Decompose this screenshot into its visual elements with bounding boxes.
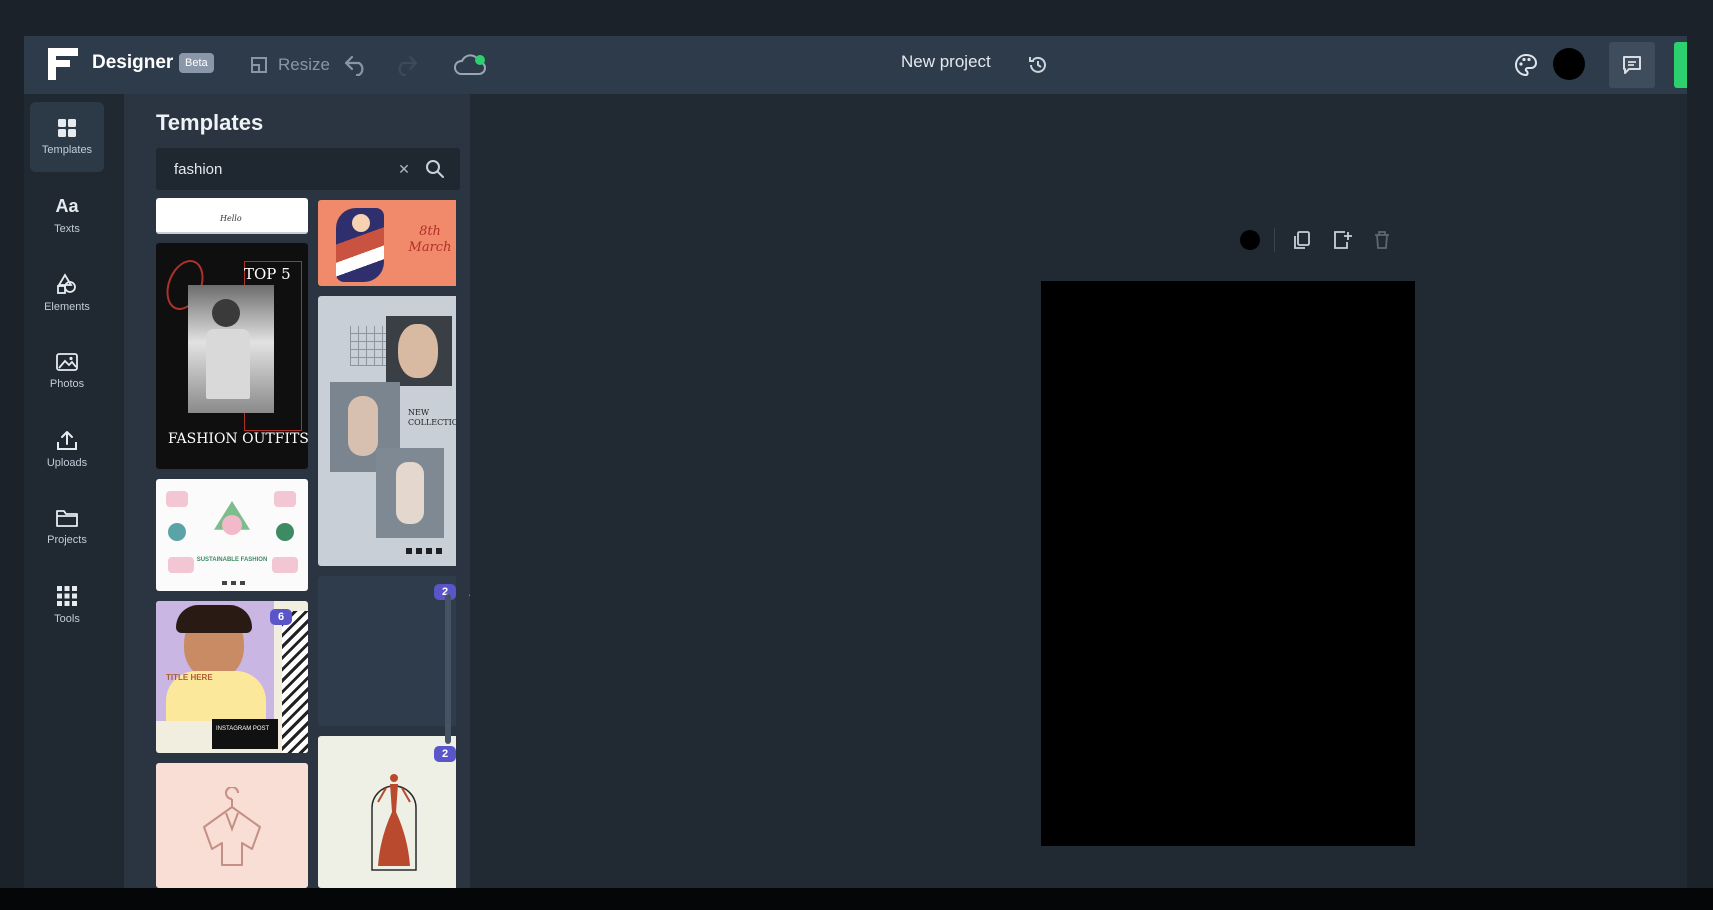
sidebar-item-projects[interactable]: Projects — [30, 492, 104, 562]
template-count-badge: 2 — [434, 746, 456, 762]
sidebar-item-uploads[interactable]: Uploads — [30, 414, 104, 484]
template-card[interactable]: TITLE HERE INSTAGRAM POST 6 — [156, 601, 308, 753]
sidebar-item-texts[interactable]: Aa Texts — [30, 180, 104, 250]
screen-background: Designer Beta Resize New project Templat… — [0, 0, 1713, 910]
template-search: ✕ — [156, 148, 460, 190]
left-sidebar: Templates Aa Texts Elements Photos Uploa… — [24, 94, 124, 888]
template-text: 8th March — [408, 224, 452, 255]
texts-icon: Aa — [55, 195, 79, 216]
app-name: Designer — [92, 52, 174, 73]
folder-icon — [56, 510, 78, 527]
template-card[interactable]: TOP 5 FASHION OUTFITS — [156, 243, 308, 469]
sidebar-item-label: Texts — [54, 222, 80, 235]
resize-label: Resize — [278, 55, 330, 74]
resize-icon — [251, 57, 267, 73]
comment-icon — [1623, 56, 1641, 74]
template-text: Hello — [220, 214, 242, 223]
sidebar-item-label: Templates — [41, 144, 93, 156]
palette-button[interactable] — [1510, 49, 1542, 81]
sidebar-item-photos[interactable]: Photos — [30, 336, 104, 406]
add-page-icon[interactable] — [1331, 229, 1353, 251]
template-count-badge: 6 — [270, 609, 292, 625]
redo-icon — [398, 55, 418, 76]
template-text: SUSTAINABLE FASHION — [196, 557, 268, 563]
template-text: TOP 5 — [244, 265, 291, 283]
template-text: NEW COLLECTION — [408, 408, 456, 427]
artboard-toolbar — [1240, 226, 1393, 254]
redo-button[interactable] — [390, 49, 422, 81]
delete-icon[interactable] — [1371, 229, 1393, 251]
sidebar-item-label: Projects — [47, 534, 87, 546]
comments-button[interactable] — [1609, 42, 1655, 88]
resize-button[interactable]: Resize — [250, 47, 330, 83]
panel-title: Templates — [156, 110, 264, 135]
sidebar-item-elements[interactable]: Elements — [30, 258, 104, 328]
search-input[interactable] — [156, 148, 386, 190]
sidebar-item-templates[interactable]: Templates — [30, 102, 104, 172]
sidebar-item-tools[interactable]: Tools — [30, 570, 104, 640]
history-button[interactable] — [1022, 49, 1054, 81]
cloud-saved-icon — [454, 54, 486, 75]
project-title[interactable]: New project — [901, 52, 991, 72]
palette-icon — [1515, 53, 1538, 77]
app-logo[interactable] — [48, 48, 78, 80]
sidebar-item-label: Photos — [49, 378, 85, 390]
sidebar-item-label: Elements — [44, 301, 90, 313]
duplicate-icon[interactable] — [1291, 229, 1313, 251]
uploads-icon — [57, 431, 77, 450]
clear-search-button[interactable]: ✕ — [394, 159, 414, 179]
template-text: INSTAGRAM POST — [216, 726, 270, 732]
sidebar-item-label: Tools — [54, 613, 80, 625]
toolbar-divider — [1274, 228, 1275, 252]
cloud-save-button[interactable] — [450, 49, 490, 81]
template-card[interactable]: SUSTAINABLE FASHION — [156, 479, 308, 591]
template-card[interactable]: 2 — [318, 736, 456, 888]
template-card[interactable]: NEW COLLECTION — [318, 296, 456, 566]
undo-icon — [344, 55, 364, 76]
dress-logo-icon — [371, 774, 417, 871]
elements-icon — [57, 273, 76, 294]
artboard-color-swatch[interactable] — [1240, 230, 1260, 250]
sidebar-item-label: Uploads — [46, 457, 88, 469]
designer-app: Designer Beta Resize New project Templat… — [24, 36, 1687, 888]
template-text: FASHION OUTFITS — [168, 431, 308, 447]
search-icon[interactable] — [424, 158, 446, 180]
hanger-shirt-icon — [203, 787, 261, 866]
bottom-bar — [0, 888, 1713, 910]
download-button[interactable] — [1674, 42, 1687, 88]
history-icon — [1029, 56, 1046, 73]
template-card[interactable]: Hello — [156, 198, 308, 234]
panel-scrollbar[interactable] — [445, 594, 451, 744]
color-swatch[interactable] — [1553, 48, 1585, 80]
top-bar: Designer Beta Resize New project — [24, 36, 1687, 94]
template-card-loading[interactable]: 2 — [318, 576, 456, 726]
template-grid: Hello TOP 5 FASHION OUTFITS SUSTAINABLE … — [156, 198, 456, 888]
template-card[interactable]: 8th March — [318, 200, 456, 286]
artboard-page[interactable] — [1041, 281, 1415, 846]
undo-button[interactable] — [340, 49, 372, 81]
beta-badge: Beta — [179, 53, 214, 73]
template-card[interactable] — [156, 763, 308, 888]
tools-grid-icon — [57, 586, 77, 606]
templates-icon — [58, 119, 76, 137]
photos-icon — [56, 353, 78, 371]
templates-panel: Templates ✕ Hello — [124, 94, 470, 888]
template-text: TITLE HERE — [166, 673, 213, 682]
